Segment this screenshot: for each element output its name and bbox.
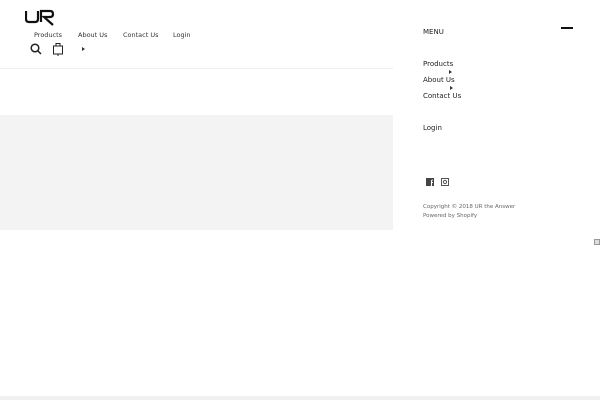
scroll-handle[interactable] <box>594 239 600 245</box>
bottom-bar <box>0 396 600 400</box>
close-menu-icon[interactable] <box>561 27 573 29</box>
instagram-icon[interactable] <box>441 178 449 186</box>
cart-icon[interactable] <box>52 42 64 57</box>
content-placeholder <box>0 115 393 230</box>
sidebar-item-contact[interactable]: Contact Us <box>423 92 461 100</box>
nav-products[interactable]: Products <box>34 31 62 39</box>
sidebar-item-login[interactable]: Login <box>423 124 442 132</box>
powered-by[interactable]: Powered by Shopify <box>423 213 477 219</box>
header-divider <box>0 68 393 69</box>
caret-right-icon[interactable] <box>450 86 453 90</box>
menu-label: MENU <box>423 28 444 36</box>
caret-right-icon[interactable] <box>82 47 85 51</box>
sidebar-item-about[interactable]: About Us <box>423 76 455 84</box>
sidebar-item-products[interactable]: Products <box>423 60 453 68</box>
caret-right-icon[interactable] <box>449 70 452 74</box>
nav-about[interactable]: About Us <box>78 31 107 39</box>
nav-contact[interactable]: Contact Us <box>123 31 159 39</box>
copyright: Copyright © 2018 UR the Answer <box>423 204 516 210</box>
facebook-icon[interactable] <box>426 178 434 186</box>
logo[interactable] <box>25 9 57 26</box>
nav-login[interactable]: Login <box>173 31 191 39</box>
search-icon[interactable] <box>30 43 42 55</box>
